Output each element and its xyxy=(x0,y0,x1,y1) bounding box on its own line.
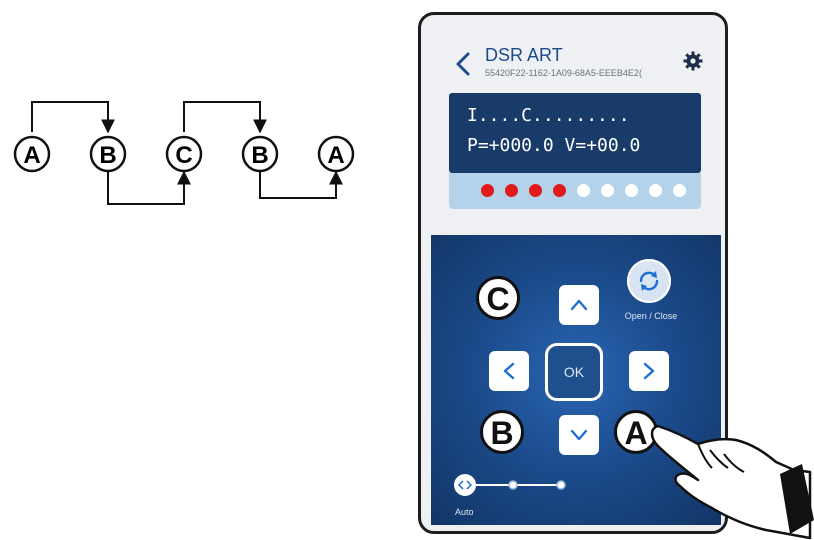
back-chevron-icon[interactable] xyxy=(453,51,473,77)
svg-text:B: B xyxy=(251,142,268,169)
left-button[interactable] xyxy=(489,351,529,391)
device-title: DSR ART xyxy=(485,45,563,65)
path-c-to-b xyxy=(183,101,267,134)
callout-c: C xyxy=(476,276,520,320)
lcd-line-1: I....C......... xyxy=(467,105,630,126)
node-b-right: B xyxy=(241,135,279,173)
led-indicator-bar xyxy=(449,173,701,209)
pointing-hand-icon xyxy=(650,424,814,540)
chevron-up-icon xyxy=(570,299,588,311)
mode-slider[interactable] xyxy=(453,473,573,497)
sync-icon xyxy=(639,271,659,291)
lcd-display: I....C......... P=+000.0 V=+00.0 xyxy=(449,93,701,173)
device-id: 55420F22-1162-1A09-68A5-EEEB4E2( xyxy=(485,68,642,78)
node-c: C xyxy=(165,135,203,173)
led-indicator xyxy=(625,184,638,197)
gear-icon[interactable] xyxy=(683,51,703,71)
node-a-right: A xyxy=(317,135,355,173)
path-b-to-a xyxy=(259,170,343,199)
node-a-left: A xyxy=(13,135,51,173)
node-b-left: B xyxy=(89,135,127,173)
open-close-button[interactable] xyxy=(627,259,671,303)
led-indicator xyxy=(505,184,518,197)
svg-text:B: B xyxy=(99,142,116,169)
app-header: DSR ART 55420F22-1162-1A09-68A5-EEEB4E2( xyxy=(421,15,725,100)
led-indicator xyxy=(481,184,494,197)
lcd-line-2: P=+000.0 V=+00.0 xyxy=(467,135,641,156)
led-indicator xyxy=(553,184,566,197)
chevron-left-icon xyxy=(503,362,515,380)
led-indicator xyxy=(601,184,614,197)
open-close-label: Open / Close xyxy=(624,311,678,321)
up-button[interactable] xyxy=(559,285,599,325)
callout-b: B xyxy=(480,410,524,454)
sequence-diagram: A B C B A xyxy=(13,101,355,205)
ok-button[interactable]: OK xyxy=(545,343,603,401)
led-indicator xyxy=(673,184,686,197)
chevron-down-icon xyxy=(570,429,588,441)
right-button[interactable] xyxy=(629,351,669,391)
svg-text:A: A xyxy=(23,142,40,169)
path-b-to-c xyxy=(107,170,191,205)
slider-label: Auto xyxy=(455,507,474,517)
led-indicator xyxy=(577,184,590,197)
led-indicator xyxy=(529,184,542,197)
down-button[interactable] xyxy=(559,415,599,455)
svg-text:C: C xyxy=(175,142,192,169)
path-a-to-b xyxy=(31,101,115,134)
led-indicator xyxy=(649,184,662,197)
svg-text:A: A xyxy=(327,142,344,169)
chevron-right-icon xyxy=(643,362,655,380)
